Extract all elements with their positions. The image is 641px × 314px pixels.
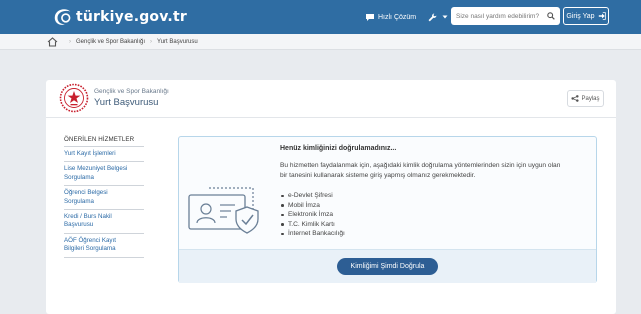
chevron-down-icon (442, 15, 448, 19)
breadcrumb: › Gençlik ve Spor Bakanlığı › Yurt Başvu… (47, 37, 198, 47)
sidebar-item-label: Sorgulama (64, 197, 94, 205)
id-card-shield-icon (188, 187, 259, 234)
sign-in-icon (598, 12, 606, 20)
quick-solution-label: Hızlı Çözüm (378, 13, 417, 21)
search-box (451, 7, 560, 25)
search-input[interactable] (451, 8, 545, 24)
sidebar-item-label: Kredi / Burs Nakil (64, 213, 112, 221)
sidebar-item-ogrenci-belgesi[interactable]: Öğrenci Belgesi Sorgulama (64, 186, 144, 211)
logo-text: türkiye.gov.tr (76, 9, 187, 25)
service-header: Gençlik ve Spor Bakanlığı Yurt Başvurusu… (46, 80, 616, 118)
chat-bubble-icon (366, 13, 374, 21)
sidebar-item-label: Bilgileri Sorgulama (64, 245, 116, 253)
sidebar-item-label: Sorgulama (64, 173, 94, 181)
tools-dropdown[interactable] (428, 9, 448, 25)
list-item: T.C. Kimlik Kartı (280, 220, 345, 230)
sidebar-item-label: AÖF Öğrenci Kayıt (64, 236, 116, 244)
share-icon (571, 95, 580, 102)
turkiye-gov-logo[interactable]: türkiye.gov.tr (52, 5, 187, 29)
share-button[interactable]: Paylaş (567, 90, 604, 107)
search-icon[interactable] (545, 10, 557, 22)
sidebar-item-yurt-kayit[interactable]: Yurt Kayıt İşlemleri (64, 147, 144, 163)
sidebar-item-label: Yurt Kayıt İşlemleri (64, 150, 116, 157)
sidebar-item-lise-mezuniyet[interactable]: Lise Mezuniyet Belgesi Sorgulama (64, 162, 144, 187)
breadcrumb-bar: › Gençlik ve Spor Bakanlığı › Yurt Başvu… (0, 34, 641, 50)
sidebar-item-label: Başvurusu (64, 221, 94, 229)
share-label: Paylaş (581, 95, 600, 102)
sidebar-item-aof-kayit[interactable]: AÖF Öğrenci Kayıt Bilgileri Sorgulama (64, 234, 144, 258)
sidebar-item-label: Lise Mezuniyet Belgesi (64, 165, 128, 173)
verification-methods-list: e-Devlet Şifresi Mobil İmza Elektronik İ… (280, 191, 345, 239)
breadcrumb-item-current: Yurt Başvurusu (157, 39, 198, 45)
list-item: e-Devlet Şifresi (280, 191, 345, 201)
sidebar-item-kredi-burs[interactable]: Kredi / Burs Nakil Başvurusu (64, 210, 144, 234)
login-button[interactable]: Giriş Yap (563, 7, 609, 25)
login-label: Giriş Yap (566, 12, 595, 20)
logo-swirl-icon (54, 9, 71, 25)
ministry-emblem-icon (59, 83, 89, 113)
ministry-name[interactable]: Gençlik ve Spor Bakanlığı (94, 88, 169, 95)
recommended-services: ÖNERİLEN HİZMETLER Yurt Kayıt İşlemleri … (64, 136, 144, 258)
verification-title: Henüz kimliğinizi doğrulamadınız... (280, 145, 397, 152)
wrench-icon (428, 12, 437, 21)
description-line: Bu hizmetten faydalanmak için, aşağıdaki… (280, 162, 561, 169)
sidebar-heading: ÖNERİLEN HİZMETLER (64, 136, 144, 147)
description-line: bir tanesini kullanarak sisteme giriş ya… (280, 171, 476, 179)
list-item: İnternet Bankacılığı (280, 229, 345, 239)
quick-solution-link[interactable]: Hızlı Çözüm (366, 10, 416, 24)
list-item: Mobil İmza (280, 201, 345, 211)
verification-description: Bu hizmetten faydalanmak için, aşağıdaki… (280, 161, 580, 180)
top-navbar: türkiye.gov.tr Hızlı Çözüm Giriş Yap (0, 0, 641, 34)
service-card: Gençlik ve Spor Bakanlığı Yurt Başvurusu… (46, 80, 616, 314)
breadcrumb-separator: › (69, 39, 71, 45)
breadcrumb-separator: › (150, 39, 153, 45)
verify-identity-button[interactable]: Kimliğimi Şimdi Doğrula (337, 258, 438, 275)
sidebar-item-label: Öğrenci Belgesi (64, 189, 108, 197)
page-title: Yurt Başvurusu (94, 97, 159, 108)
list-item: Elektronik İmza (280, 210, 345, 220)
identity-verification-panel: Henüz kimliğinizi doğrulamadınız... Bu h… (178, 136, 597, 283)
home-icon[interactable] (47, 37, 58, 47)
breadcrumb-item-ministry[interactable]: Gençlik ve Spor Bakanlığı (76, 39, 145, 45)
